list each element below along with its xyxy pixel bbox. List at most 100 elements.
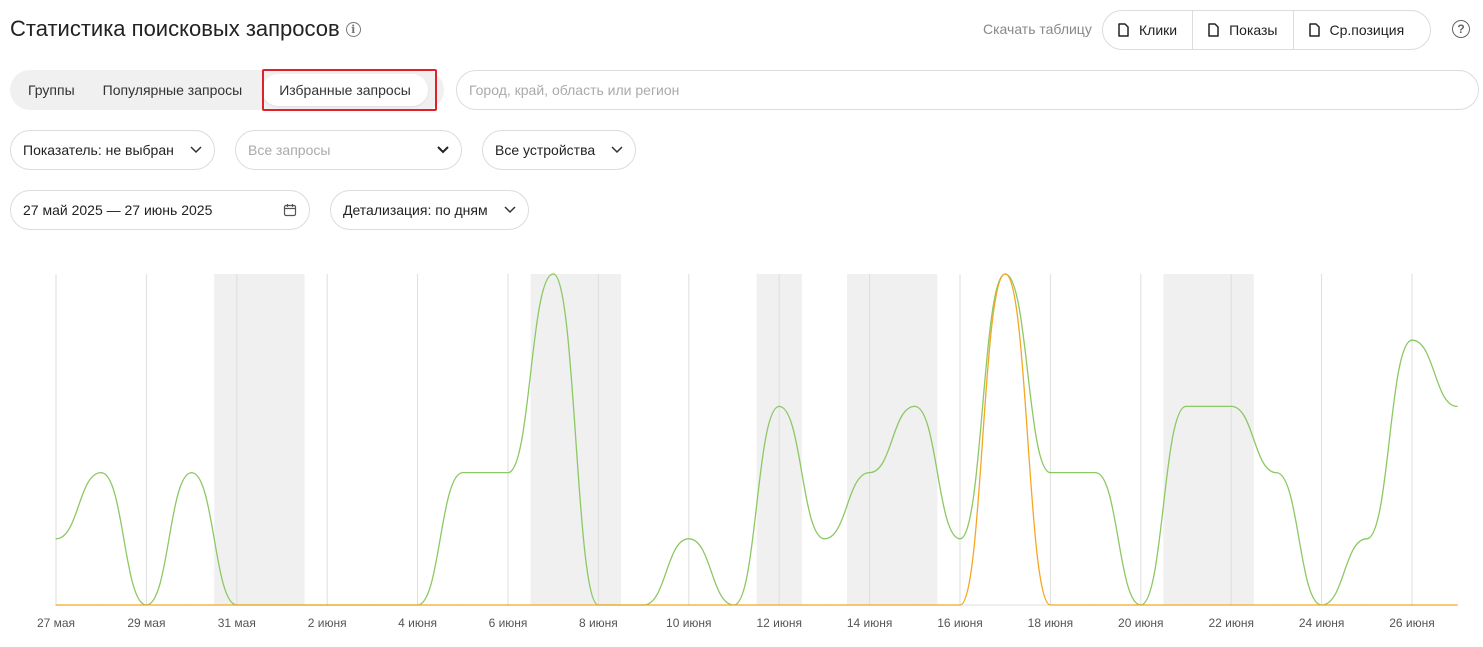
data-point bbox=[778, 604, 780, 606]
chevron-down-icon bbox=[611, 146, 623, 154]
x-tick-label: 27 мая bbox=[37, 616, 75, 630]
data-point bbox=[281, 604, 283, 606]
help-icon[interactable]: ? bbox=[1452, 20, 1470, 38]
tab-groups[interactable]: Группы bbox=[14, 74, 89, 106]
calendar-icon bbox=[283, 204, 297, 217]
x-tick-label: 16 июня bbox=[937, 616, 983, 630]
data-point bbox=[462, 604, 464, 606]
data-point bbox=[1411, 604, 1413, 606]
download-avg-position-label: Ср.позиция bbox=[1329, 22, 1405, 38]
data-point bbox=[1140, 604, 1142, 606]
queries-select[interactable]: Все запросы bbox=[235, 130, 462, 170]
file-icon bbox=[1118, 23, 1129, 37]
data-point bbox=[417, 604, 419, 606]
data-point bbox=[145, 604, 147, 606]
data-point bbox=[1321, 604, 1323, 606]
data-point bbox=[914, 604, 916, 606]
file-icon bbox=[1308, 23, 1320, 37]
download-impressions-label: Показы bbox=[1229, 22, 1278, 38]
queries-select-placeholder: Все запросы bbox=[248, 142, 331, 158]
data-point bbox=[1185, 405, 1187, 407]
x-tick-label: 14 июня bbox=[847, 616, 893, 630]
data-point bbox=[1230, 405, 1232, 407]
chevron-down-icon bbox=[504, 206, 516, 214]
data-point bbox=[55, 538, 57, 540]
page-title-text: Статистика поисковых запросов bbox=[10, 16, 340, 41]
file-icon bbox=[1208, 23, 1219, 37]
download-clicks-label: Клики bbox=[1139, 22, 1178, 38]
x-tick-label: 2 июня bbox=[308, 616, 347, 630]
data-point bbox=[1456, 405, 1458, 407]
page-title: Статистика поисковых запросов i bbox=[10, 16, 361, 42]
data-point bbox=[688, 538, 690, 540]
data-point bbox=[552, 604, 554, 606]
data-point bbox=[823, 538, 826, 540]
x-tick-label: 22 июня bbox=[1208, 616, 1254, 630]
info-icon[interactable]: i bbox=[345, 21, 361, 37]
data-point bbox=[1049, 604, 1051, 606]
data-point bbox=[1411, 339, 1413, 341]
x-tick-label: 12 июня bbox=[756, 616, 802, 630]
data-point bbox=[914, 405, 916, 407]
download-impressions-button[interactable]: Показы bbox=[1193, 11, 1294, 49]
search-stats-chart: 27 мая 29 мая 31 мая 2 июня 4 июня 6 июня 8 ию… bbox=[37, 273, 1458, 630]
data-point bbox=[959, 538, 961, 540]
download-button-group: Клики Показы Ср.позиция bbox=[1102, 10, 1431, 50]
date-range-value: 27 май 2025 — 27 июнь 2025 bbox=[23, 202, 213, 218]
detail-select[interactable]: Детализация: по дням bbox=[330, 190, 529, 230]
x-tick-label: 29 мая bbox=[127, 616, 165, 630]
data-point bbox=[869, 472, 871, 474]
data-point bbox=[1275, 472, 1277, 474]
date-range-picker[interactable]: 27 май 2025 — 27 июнь 2025 bbox=[10, 190, 310, 230]
data-point bbox=[1230, 604, 1232, 606]
metric-select[interactable]: Показатель: не выбран bbox=[10, 130, 215, 170]
x-tick-label: 8 июня bbox=[579, 616, 618, 630]
data-point bbox=[552, 273, 554, 275]
data-point bbox=[1095, 604, 1097, 606]
data-point bbox=[778, 405, 780, 407]
data-point bbox=[236, 604, 238, 606]
data-point bbox=[688, 604, 690, 606]
x-tick-label: 26 июня bbox=[1389, 616, 1435, 630]
metric-select-value: Показатель: не выбран bbox=[23, 142, 174, 158]
data-point bbox=[1275, 604, 1277, 606]
download-clicks-button[interactable]: Клики bbox=[1103, 11, 1194, 49]
data-point bbox=[462, 472, 464, 474]
data-point bbox=[643, 604, 645, 606]
devices-select[interactable]: Все устройства bbox=[482, 130, 636, 170]
x-tick-label: 20 июня bbox=[1118, 616, 1164, 630]
data-point bbox=[1185, 604, 1187, 606]
x-tick-label: 24 июня bbox=[1299, 616, 1345, 630]
data-point bbox=[1095, 472, 1097, 474]
x-tick-label: 10 июня bbox=[666, 616, 712, 630]
data-point bbox=[55, 604, 57, 606]
data-point bbox=[100, 472, 102, 474]
x-tick-label: 31 мая bbox=[218, 616, 256, 630]
data-point bbox=[1049, 472, 1051, 474]
data-point bbox=[371, 604, 373, 606]
download-avg-position-button[interactable]: Ср.позиция bbox=[1294, 11, 1420, 49]
weekend-band bbox=[1163, 274, 1254, 605]
tab-favorite-queries[interactable]: Избранные запросы bbox=[262, 74, 428, 106]
data-point bbox=[507, 604, 509, 606]
chevron-down-icon bbox=[437, 146, 449, 154]
region-search-input[interactable] bbox=[456, 70, 1479, 110]
data-point bbox=[1456, 604, 1458, 606]
data-point bbox=[1366, 538, 1368, 540]
tab-bar: Группы Популярные запросы Избранные запр… bbox=[10, 70, 444, 110]
tab-popular-queries[interactable]: Популярные запросы bbox=[89, 74, 257, 106]
data-point bbox=[1366, 604, 1368, 606]
data-point bbox=[597, 604, 600, 606]
data-point bbox=[326, 604, 328, 606]
x-tick-label: 4 июня bbox=[398, 616, 437, 630]
data-point bbox=[733, 604, 735, 606]
download-table-label: Скачать таблицу bbox=[983, 21, 1092, 37]
data-point bbox=[823, 604, 826, 606]
detail-select-value: Детализация: по дням bbox=[343, 202, 488, 218]
chevron-down-icon bbox=[190, 146, 202, 154]
data-point bbox=[191, 604, 193, 606]
data-point bbox=[1004, 273, 1006, 275]
data-point bbox=[959, 604, 961, 606]
data-point bbox=[100, 604, 102, 606]
data-point bbox=[191, 472, 193, 474]
